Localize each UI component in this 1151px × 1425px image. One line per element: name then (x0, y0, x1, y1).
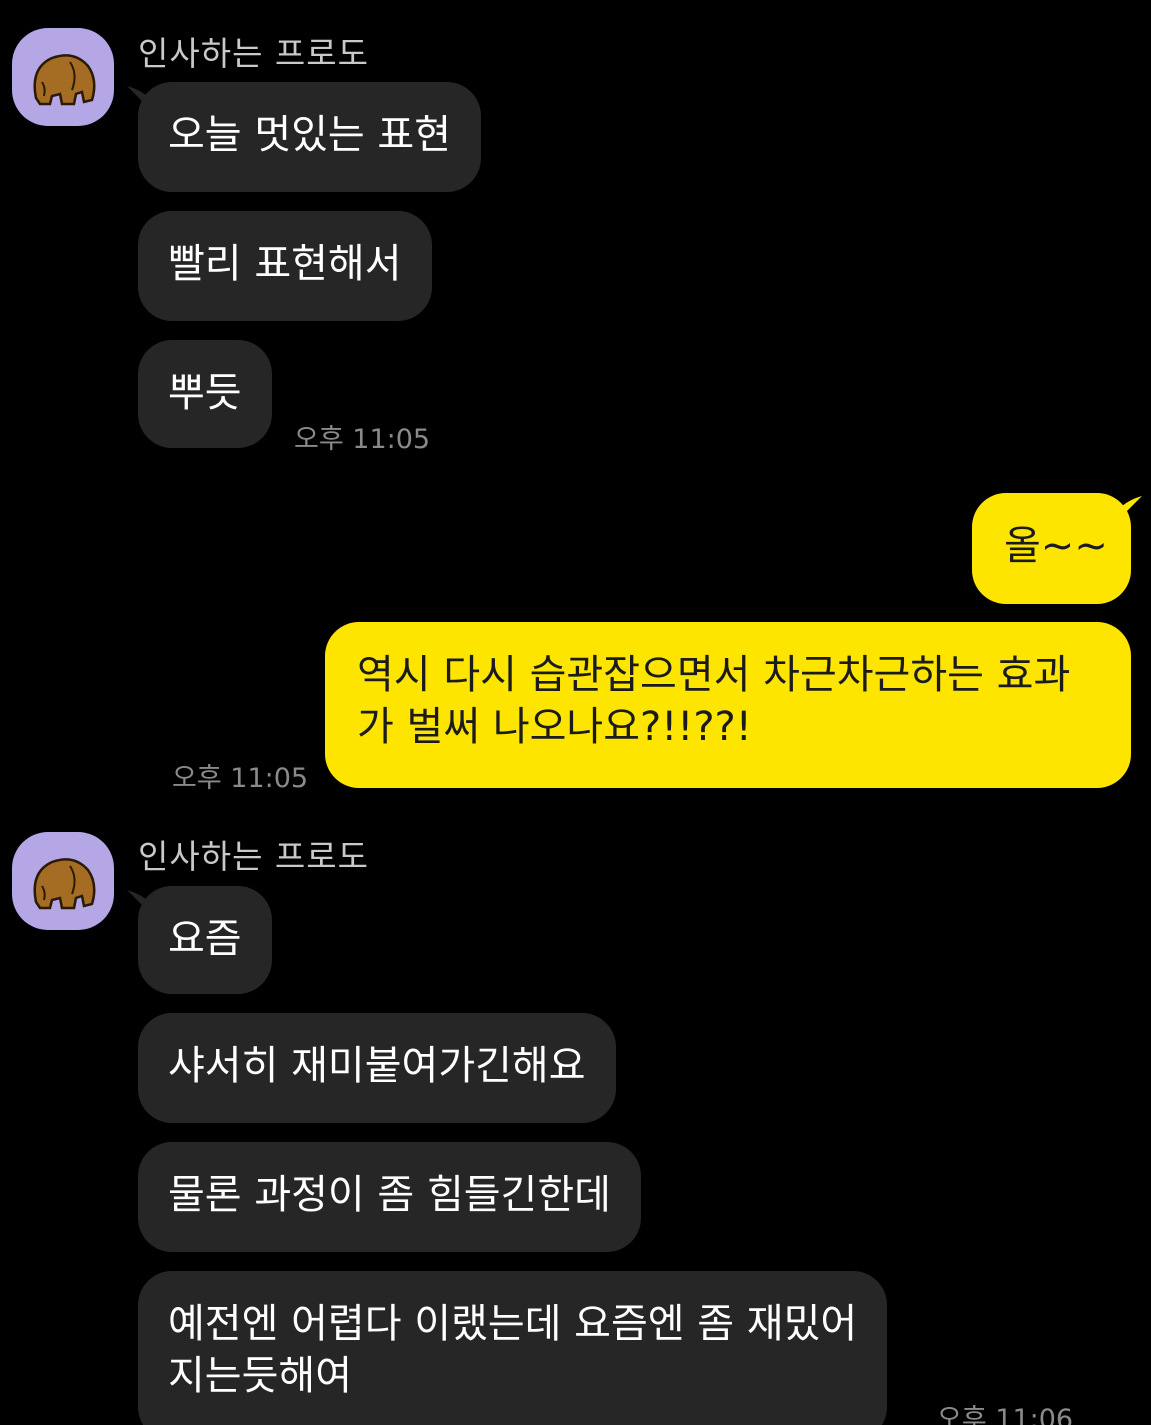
outgoing-message[interactable]: 올~~ (972, 493, 1131, 604)
sender-name: 인사하는 프로도 (138, 34, 370, 73)
incoming-message[interactable]: 오늘 멋있는 표현 (138, 82, 482, 192)
incoming-message[interactable]: 샤서히 재미붙여가긴해요 (138, 1013, 616, 1123)
sender-avatar[interactable] (12, 28, 114, 126)
incoming-message[interactable]: 뿌듯 (138, 340, 272, 448)
outgoing-message[interactable]: 역시 다시 습관잡으면서 차근차근하는 효과 가 벌써 나오나요?!!??! (325, 622, 1131, 788)
elephant-avatar-icon (33, 858, 96, 910)
sender-name: 인사하는 프로도 (138, 837, 370, 876)
incoming-message[interactable]: 요즘 (138, 886, 272, 994)
message-timestamp: 오후 11:05 (294, 424, 431, 455)
incoming-message[interactable]: 예전엔 어렵다 이랬는데 요즘엔 좀 재밌어 지는듯해여 (138, 1271, 888, 1425)
sender-avatar[interactable] (12, 832, 114, 930)
message-timestamp: 오후 11:05 (172, 763, 309, 794)
incoming-message[interactable]: 빨리 표현해서 (138, 211, 432, 321)
message-timestamp: 오후 11:06 (937, 1404, 1074, 1425)
incoming-message[interactable]: 물론 과정이 좀 힘들긴한데 (138, 1142, 641, 1252)
elephant-avatar-icon (33, 54, 96, 106)
